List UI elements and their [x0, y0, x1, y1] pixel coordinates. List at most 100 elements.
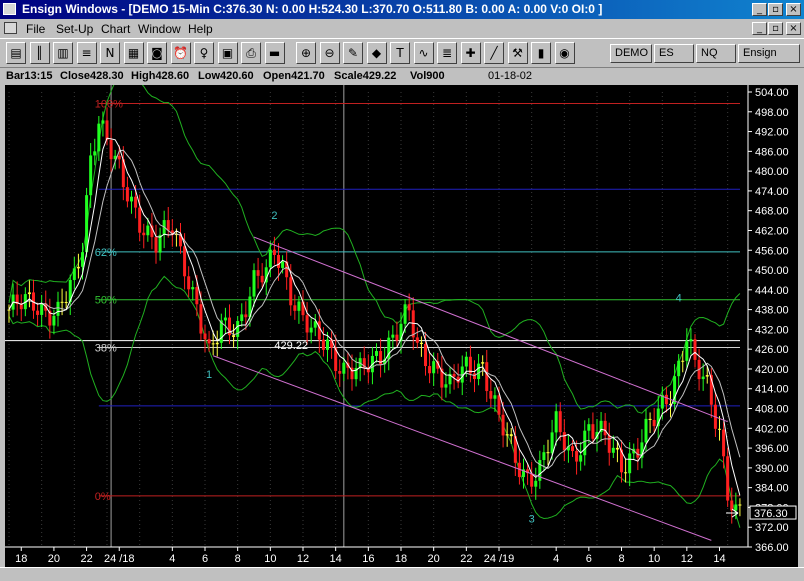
time-tick-label: 20 [428, 553, 440, 565]
list-icon[interactable]: ≡ [76, 42, 97, 64]
zoom-in-icon[interactable]: ⊕ [296, 42, 316, 64]
child-restore-button[interactable]: ▫ [768, 22, 783, 35]
notes-icon[interactable]: N [100, 42, 120, 64]
price-tick-label: 426.00 [755, 344, 789, 356]
child-window-icon[interactable] [4, 22, 17, 34]
time-tick-label: 8 [235, 553, 241, 565]
bar-chart-icon[interactable]: ║ [29, 42, 50, 64]
candle-body [260, 275, 264, 283]
candle-body [611, 447, 615, 453]
info-date: 01-18-02 [488, 70, 533, 82]
text-icon[interactable]: T [390, 42, 410, 64]
lightbulb-icon[interactable]: ♀ [194, 42, 214, 64]
price-tick-label: 450.00 [755, 265, 789, 277]
candle-body [444, 384, 448, 388]
price-tick-label: 384.00 [755, 483, 789, 495]
radar-icon[interactable]: ◉ [554, 42, 575, 64]
candle-body [542, 452, 546, 460]
candle-body [321, 339, 325, 350]
table-icon[interactable]: ▣ [217, 42, 238, 64]
info-bar: Bar13:15 Close428.30 High428.60 Low420.6… [0, 68, 804, 85]
page-icon[interactable]: ▥ [53, 42, 73, 64]
candle-body [109, 139, 113, 160]
candle-body [415, 337, 419, 343]
horizontal-scrollbar[interactable] [0, 567, 804, 581]
draw-line-icon[interactable]: ╱ [484, 42, 504, 64]
price-tick-label: 456.00 [755, 245, 789, 257]
studies-icon[interactable]: ∿ [413, 42, 434, 64]
candle-body [464, 356, 468, 367]
candle-body [272, 249, 276, 255]
candle-body [268, 249, 272, 268]
chart-settings-icon[interactable]: ✎ [343, 42, 363, 64]
camera-icon[interactable]: ◙ [147, 42, 167, 64]
candle-body [207, 339, 211, 344]
multi-tool-icon[interactable]: ✚ [460, 42, 481, 64]
minimize-button[interactable]: _ [752, 3, 767, 16]
info-scale: Scale429.22 [334, 70, 397, 82]
price-tick-label: 390.00 [755, 463, 789, 475]
candle-body [203, 333, 207, 340]
alarm-clock-icon[interactable]: ⏰ [170, 42, 191, 64]
candle-body [64, 302, 68, 304]
last-price-label: 376.30 [754, 508, 788, 520]
candle-body [76, 266, 80, 269]
fib-level-label: 100% [95, 99, 123, 111]
color-icon[interactable]: ◆ [366, 42, 387, 64]
tab-nq[interactable]: NQ [696, 44, 736, 63]
child-minimize-button[interactable]: _ [752, 22, 767, 35]
candle-body [317, 321, 321, 340]
candle-body [138, 207, 142, 233]
app-icon[interactable] [3, 3, 16, 15]
candle-body [56, 301, 60, 316]
candle-body [240, 314, 244, 322]
fib-level-label: 38% [95, 343, 117, 355]
menu-help[interactable]: Help [188, 22, 213, 36]
menu-window[interactable]: Window [138, 22, 181, 36]
candle-body [232, 335, 236, 337]
candle-body [187, 276, 191, 290]
price-tick-label: 366.00 [755, 542, 789, 554]
candle-body [726, 456, 730, 501]
indicator-icon[interactable]: ▮ [531, 42, 551, 64]
price-tick-label: 402.00 [755, 423, 789, 435]
candle-body [481, 362, 485, 364]
child-close-button[interactable]: × [786, 22, 801, 35]
price-tick-label: 444.00 [755, 285, 789, 297]
candle-body [718, 428, 721, 430]
chart-canvas[interactable]: 100%62%50%38%0%429.221234504.00498.00492… [5, 71, 798, 567]
time-tick-label: 6 [586, 553, 592, 565]
candle-body [562, 432, 566, 451]
menu-file[interactable]: File [26, 22, 45, 36]
candle-body [125, 187, 129, 202]
tab-ensign[interactable]: Ensign [738, 44, 800, 63]
time-tick-label: 6 [202, 553, 208, 565]
quote-icon[interactable]: ≣ [437, 42, 457, 64]
swing-point-label: 2 [271, 210, 277, 222]
candle-body [419, 342, 423, 344]
restore-button[interactable]: ▫ [768, 3, 783, 16]
tab-es[interactable]: ES [654, 44, 694, 63]
price-chart[interactable]: 100% 62% 50% 38% 0% 429.22 1 2 3 4 504.00 498.00 492… [5, 71, 798, 567]
tab-demo[interactable]: DEMO [610, 44, 652, 63]
time-tick-label: 18 [395, 553, 407, 565]
zoom-out-icon[interactable]: ⊖ [319, 42, 340, 64]
candle-body [199, 304, 203, 334]
print-preview-icon[interactable]: ▤ [6, 42, 26, 64]
time-tick-label: 16 [362, 553, 374, 565]
menu-setup[interactable]: Set-Up [56, 22, 93, 36]
menu-chart[interactable]: Chart [101, 22, 130, 36]
candle-body [81, 252, 84, 267]
close-button[interactable]: × [786, 3, 801, 16]
printer-icon[interactable]: ⎙ [241, 42, 261, 64]
candle-body [183, 246, 187, 277]
dde-icon[interactable]: ▬ [264, 42, 285, 64]
candle-body [146, 225, 150, 236]
time-tick-label: 4 [169, 553, 175, 565]
candle-body [652, 419, 656, 427]
time-tick-label: 24 /19 [484, 553, 515, 565]
grid-icon[interactable]: ▦ [123, 42, 144, 64]
draw-tools-icon[interactable]: ⚒ [507, 42, 528, 64]
candle-body [432, 361, 436, 374]
candle-body [211, 343, 215, 345]
